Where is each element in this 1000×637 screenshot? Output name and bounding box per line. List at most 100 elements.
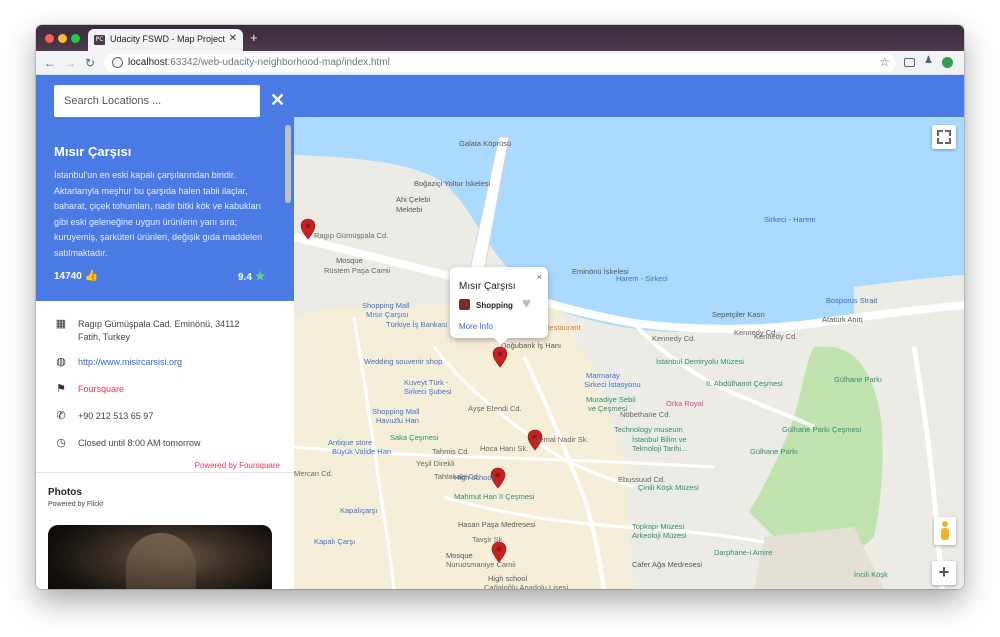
map-label[interactable]: Türkiye İş Bankası [386, 320, 448, 329]
map-label[interactable]: Galata Köprüsü [459, 139, 511, 148]
map-label[interactable]: İstanbul Bilim ve [632, 435, 687, 444]
map-label[interactable]: Wedding souvenir shop [364, 357, 442, 366]
reload-icon[interactable]: ↻ [82, 55, 98, 71]
map-label[interactable]: Saka Çeşmesi [390, 433, 438, 442]
map-label[interactable]: Yeşil Direkli [416, 459, 455, 468]
map-label[interactable]: Ragıp Gümüşpala Cd. [314, 231, 388, 240]
likes-value: 14740 [54, 271, 82, 282]
map-label[interactable]: Gülhane Parkı [834, 375, 882, 384]
map-label[interactable]: Ebussuud Cd. [618, 475, 665, 484]
map-label[interactable]: Technology museum [614, 425, 683, 434]
map-label[interactable]: High school [488, 574, 527, 583]
profile-icon[interactable] [942, 57, 953, 68]
map-label[interactable]: Harem - Sirkeci [616, 274, 668, 283]
map-label[interactable]: Topkapı Müzesi [632, 522, 684, 531]
map-label[interactable]: Kennedy Cd. [652, 334, 695, 343]
close-window-button[interactable] [45, 34, 54, 43]
info-icon[interactable] [112, 57, 123, 68]
map-label[interactable]: Sirkeci Şubesi [404, 387, 452, 396]
search-input[interactable] [54, 85, 260, 117]
map-label[interactable]: Büyük Valide Han [332, 447, 391, 456]
map-label[interactable]: Atatürk Anıtı [822, 315, 863, 324]
map-label[interactable]: Shopping Mall [362, 301, 410, 310]
map-label[interactable]: Tahmis Cd. [432, 447, 470, 456]
map-label[interactable]: II. Abdülhamit Çeşmesi [706, 379, 783, 388]
sidebar-scrollbar[interactable] [285, 125, 291, 203]
map-label[interactable]: Hoca Hanı Sk. [480, 444, 528, 453]
map-label[interactable]: Gülhane Parkı Çeşmesi [782, 425, 861, 434]
cast-icon[interactable] [904, 58, 915, 67]
map-label[interactable]: Ayşe Efendi Cd. [468, 404, 522, 413]
foursquare-link[interactable]: Foursquare [78, 383, 124, 396]
map-label[interactable]: Hasan Paşa Medresesi [458, 520, 536, 529]
map-label[interactable]: Restaurant [544, 323, 581, 332]
url-text[interactable]: localhost:63342/web-udacity-neighborhood… [128, 57, 390, 68]
search-box[interactable] [54, 85, 260, 117]
map-area: Galata Köprüsü Boğaziçi Yoltur İskelesi Ah… [294, 75, 964, 589]
map-label[interactable]: Sepetçiler Kasrı [712, 310, 765, 319]
maximize-window-button[interactable] [71, 34, 80, 43]
map-label[interactable]: Ahi Çelebi [396, 195, 430, 204]
map-label[interactable]: Bosporus Strait [826, 296, 877, 305]
powered-by-foursquare[interactable]: Powered by Foursquare [195, 461, 280, 470]
map-label[interactable]: Mosque [336, 256, 363, 265]
fullscreen-button[interactable] [932, 125, 956, 149]
extension-icon[interactable]: ♟ [924, 55, 936, 67]
map-label[interactable]: Çinili Köşk Müzesi [638, 483, 699, 492]
website-link[interactable]: http://www.misircarsisi.org [78, 356, 182, 369]
map-label[interactable]: Gülhane Parkı [750, 447, 798, 456]
map-label[interactable]: Nuruosmaniye Camii [446, 560, 516, 569]
map-label[interactable]: İncili Köşk [854, 570, 888, 579]
map-label[interactable]: İstanbul Demiryolu Müzesi [656, 357, 744, 366]
rating-value: 9.4 [238, 272, 252, 283]
map-label[interactable]: Mosque [446, 551, 473, 560]
map-label[interactable]: Marmaray [586, 371, 620, 380]
map-label[interactable]: Teknoloji Tarihi... [632, 444, 687, 453]
map-label[interactable]: Kapalıçarşı [340, 506, 378, 515]
map-label[interactable]: Kapalı Çarşı [314, 537, 355, 546]
info-window-close-icon[interactable]: × [537, 272, 542, 282]
map-label[interactable]: Nöbethane Cd. [620, 410, 670, 419]
address-bar[interactable]: localhost:63342/web-udacity-neighborhood… [104, 54, 896, 72]
map-label[interactable]: Rüstem Paşa Camii [324, 266, 390, 275]
more-info-link[interactable]: More Info [459, 322, 493, 331]
street-view-pegman-icon[interactable] [934, 517, 956, 545]
map-label[interactable]: Sirkeci İstasyonu [584, 380, 641, 389]
map-label[interactable]: Havuzlu Han [376, 416, 419, 425]
map-label[interactable]: Mektebi [396, 205, 422, 214]
map-canvas[interactable]: Galata Köprüsü Boğaziçi Yoltur İskelesi Ah… [294, 117, 964, 589]
map-label[interactable]: Mahmut Han II Çeşmesi [454, 492, 534, 501]
minimize-window-button[interactable] [58, 34, 67, 43]
favorite-heart-icon[interactable]: ♥ [522, 295, 531, 312]
map-label[interactable]: Tavşir Sk. [472, 535, 505, 544]
thumbs-up-icon: 👍 [84, 270, 99, 282]
bookmark-star-icon[interactable]: ☆ [879, 55, 890, 69]
map-label[interactable]: Cafer Ağa Medresesi [632, 560, 702, 569]
map-label[interactable]: Shopping Mall [372, 407, 420, 416]
map-label[interactable]: Antique store [328, 438, 372, 447]
map-label[interactable]: Kennedy Cd. [734, 328, 777, 337]
map-label[interactable]: Darphane-i Amire [714, 548, 772, 557]
map-label[interactable]: Cağaloğlu Anadolu Lisesi [484, 583, 568, 589]
tab-close-icon[interactable]: ✕ [229, 33, 237, 44]
map-label[interactable]: Arkeoloji Müzesi [632, 531, 687, 540]
sidebar: ✕ Mısır Çarşısı İstanbul'un en eski kapa… [36, 75, 294, 589]
forward-icon[interactable]: → [62, 55, 78, 71]
close-icon[interactable]: ✕ [270, 91, 285, 109]
map-label[interactable]: Kuveyt Türk - [404, 378, 448, 387]
fullscreen-corner-icon [937, 138, 943, 144]
map-label[interactable]: Doğubank İş Hanı [501, 341, 561, 350]
map-label[interactable]: Muradiye Sebil [586, 395, 636, 404]
map-label[interactable]: Orka Royal [666, 399, 704, 408]
map-label[interactable]: Tahtakale Cd. [434, 472, 480, 481]
map-label[interactable]: Mercan Cd. [294, 469, 333, 478]
browser-tab[interactable]: PC Udacity FSWD - Map Project ✕ [88, 29, 243, 51]
zoom-in-button[interactable]: + [932, 561, 956, 585]
place-photo[interactable] [48, 525, 272, 589]
new-tab-button[interactable]: + [250, 31, 258, 45]
map-label[interactable]: Boğaziçi Yoltur İskelesi [414, 179, 490, 188]
map-label[interactable]: Sirkeci - Harem [764, 215, 816, 224]
map-label[interactable]: Cemal Nadir Sk. [534, 435, 589, 444]
back-icon[interactable]: ← [42, 55, 58, 71]
map-label[interactable]: Mısır Çarşısı [366, 310, 409, 319]
